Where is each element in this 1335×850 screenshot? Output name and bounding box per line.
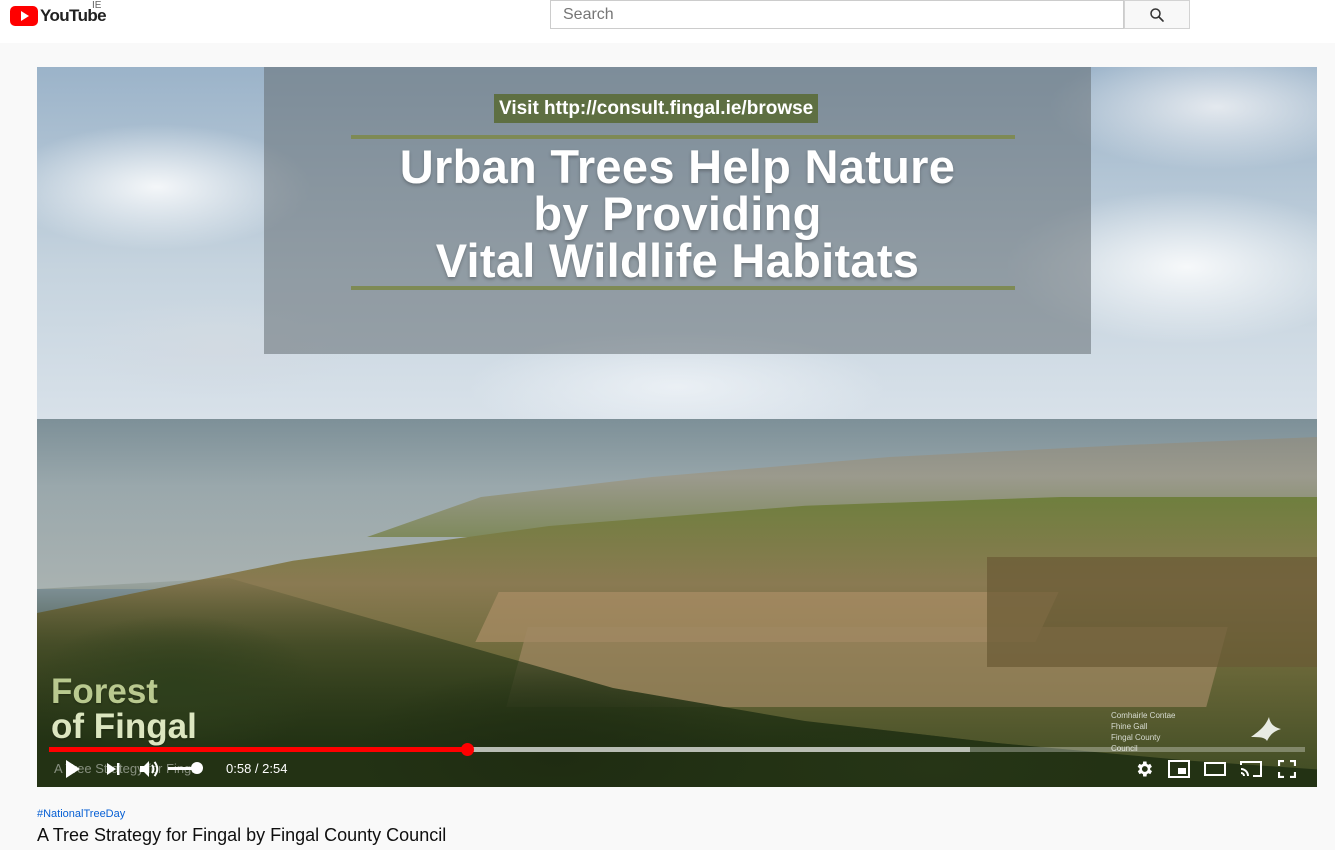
brand-line: Forest (51, 672, 158, 711)
country-code: IE (92, 0, 102, 11)
theater-mode-button[interactable] (1203, 757, 1227, 781)
play-icon (66, 760, 80, 778)
video-headline-line: Vital Wildlife Habitats (435, 234, 920, 287)
hashtag-link[interactable]: #NationalTreeDay (37, 808, 125, 820)
progress-bar[interactable] (49, 743, 1305, 756)
video-title: A Tree Strategy for Fingal by Fingal Cou… (37, 825, 447, 845)
council-line: Fingal County (1111, 733, 1161, 742)
brand-line: of Fingal (51, 707, 197, 746)
search-icon (1150, 7, 1164, 22)
overlay-rule-top (351, 135, 1015, 139)
next-button[interactable] (101, 757, 125, 781)
fullscreen-icon (1278, 760, 1296, 778)
settings-button[interactable] (1132, 757, 1156, 781)
volume-icon (140, 761, 159, 777)
youtube-play-icon (10, 6, 38, 26)
video-headline: Urban Trees Help Nature by Providing Vit… (264, 143, 1091, 284)
cast-icon (1240, 761, 1262, 777)
play-button[interactable] (61, 757, 85, 781)
video-headline-line: by Providing (533, 187, 822, 240)
miniplayer-icon (1168, 760, 1190, 778)
volume-slider-handle[interactable] (191, 762, 203, 774)
video-headline-line: Urban Trees Help Nature (399, 140, 956, 193)
next-icon (107, 763, 120, 775)
council-line: Fhine Gall (1111, 722, 1148, 731)
time-display: 0:58 / 2:54 (226, 761, 288, 776)
mute-button[interactable] (136, 757, 162, 781)
gear-icon (1137, 761, 1152, 777)
forest-of-fingal-logo: Forest of Fingal (51, 674, 251, 744)
theater-mode-icon (1204, 762, 1226, 776)
search-input[interactable] (550, 0, 1124, 29)
video-player[interactable]: Visit http://consult.fingal.ie/browse Ur… (37, 67, 1317, 787)
miniplayer-button[interactable] (1167, 757, 1191, 781)
video-frame-field (987, 557, 1317, 667)
video-visit-text: Visit http://consult.fingal.ie/browse (494, 94, 819, 123)
fullscreen-button[interactable] (1275, 757, 1299, 781)
overlay-rule-bottom (351, 286, 1015, 290)
search-button[interactable] (1124, 0, 1190, 29)
cast-button[interactable] (1239, 757, 1263, 781)
council-line: Comhairle Contae (1111, 711, 1176, 720)
council-bird-icon (1251, 717, 1281, 741)
masthead: YouTube IE (0, 0, 1335, 43)
progress-played (49, 747, 468, 752)
